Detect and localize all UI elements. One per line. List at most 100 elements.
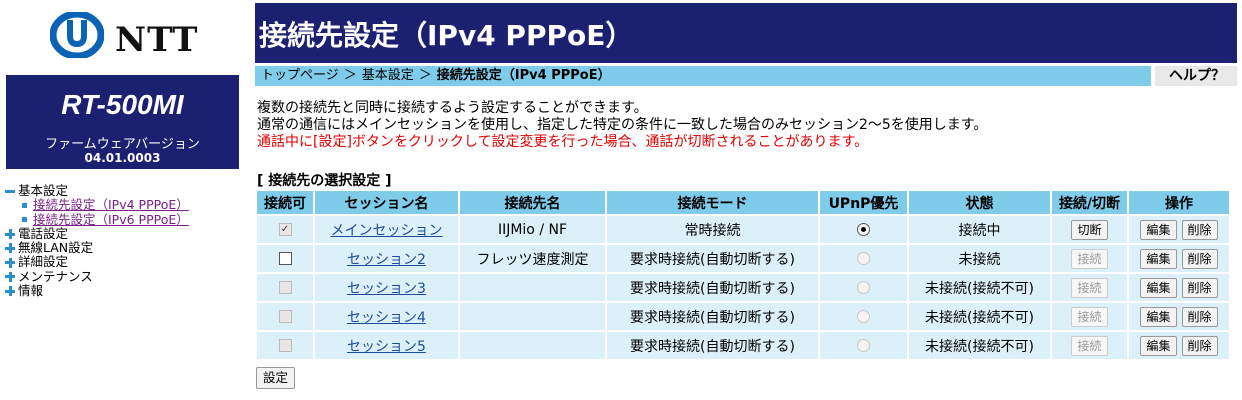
nav-link-ipv4-pppoe[interactable]: 接続先設定（IPv4 PPPoE）	[33, 197, 189, 212]
enable-checkbox	[278, 310, 292, 323]
delete-button[interactable]: 削除	[1181, 219, 1218, 240]
edit-button[interactable]: 編集	[1140, 248, 1177, 269]
edit-button[interactable]: 編集	[1140, 219, 1177, 240]
collapse-minus-icon[interactable]	[5, 189, 15, 193]
status-cell: 未接続(接続不可)	[909, 303, 1050, 330]
upnp-cell	[820, 303, 907, 330]
upnp-cell	[820, 274, 907, 301]
session-name-link[interactable]: セッション2	[347, 252, 426, 268]
nav-basic-settings[interactable]: 基本設定	[5, 183, 189, 198]
connect-cell: 接続	[1052, 274, 1127, 301]
nav-information[interactable]: 情報	[5, 283, 189, 299]
connection-mode-cell: 要求時接続(自動切断する)	[607, 303, 818, 330]
enable-cell	[257, 274, 313, 301]
status-cell: 未接続	[909, 245, 1050, 272]
breadcrumb-separator: ＞	[418, 68, 432, 83]
disconnect-button[interactable]: 切断	[1071, 219, 1108, 240]
session-table: 接続可 セッション名 接続先名 接続モード UPnP優先 状態 接続/切断 操作…	[255, 189, 1231, 361]
delete-button[interactable]: 削除	[1181, 306, 1218, 327]
header-operations: 操作	[1129, 191, 1229, 214]
breadcrumb-basic-settings[interactable]: 基本設定	[362, 68, 414, 83]
delete-button[interactable]: 削除	[1181, 248, 1218, 269]
edit-button[interactable]: 編集	[1140, 277, 1177, 298]
connect-button: 接続	[1071, 335, 1108, 356]
session-name-link[interactable]: メインセッション	[331, 223, 443, 239]
header-session-name: セッション名	[315, 191, 458, 214]
session-name-link[interactable]: セッション3	[347, 281, 426, 297]
nav-detail-settings[interactable]: 詳細設定	[5, 255, 189, 269]
status-cell: 接続中	[909, 216, 1050, 243]
model-info-box: RT-500MI ファームウェアバージョン 04.01.0003	[6, 75, 239, 169]
status-cell: 未接続(接続不可)	[909, 332, 1050, 359]
header-status: 状態	[909, 191, 1050, 214]
session-name-link[interactable]: セッション4	[347, 310, 426, 326]
enable-cell: ✓	[257, 216, 313, 243]
operations-cell: 編集 削除	[1129, 245, 1229, 272]
upnp-cell	[820, 245, 907, 272]
description-line-2: 通常の通信にはメインセッションを使用し、指定した特定の条件に一致した場合のみセッ…	[257, 117, 988, 133]
help-link[interactable]: ヘルプ？	[1153, 66, 1237, 86]
session-name-cell: セッション5	[315, 332, 458, 359]
nav-label: 基本設定	[18, 183, 69, 198]
session-table-body: ✓ メインセッション IIJMio / NF 常時接続 接続中 切断 編集 削除 セッション2 フ…	[257, 216, 1229, 359]
expand-plus-icon[interactable]	[5, 229, 15, 240]
nav-link-ipv6-pppoe[interactable]: 接続先設定（IPv6 PPPoE）	[33, 212, 189, 227]
nav-item-ipv6-pppoe[interactable]: 接続先設定（IPv6 PPPoE）	[5, 212, 189, 227]
nav-label: 電話設定	[18, 225, 69, 241]
connect-cell: 接続	[1052, 303, 1127, 330]
connection-mode-cell: 要求時接続(自動切断する)	[607, 332, 818, 359]
page-header: 接続先設定（IPv4 PPPoE）	[255, 3, 1237, 63]
breadcrumb-top-page[interactable]: トップページ	[261, 68, 339, 83]
bullet-icon	[22, 202, 27, 208]
enable-checkbox[interactable]	[278, 252, 292, 265]
side-navigation: 基本設定 接続先設定（IPv4 PPPoE） 接続先設定（IPv6 PPPoE）…	[5, 183, 189, 299]
save-settings-button[interactable]: 設定	[256, 367, 296, 389]
enable-cell	[257, 303, 313, 330]
page-title: 接続先設定（IPv4 PPPoE）	[259, 19, 634, 52]
header-destination-name: 接続先名	[460, 191, 605, 214]
status-cell: 未接続(接続不可)	[909, 274, 1050, 301]
connect-cell: 切断	[1052, 216, 1127, 243]
connection-mode-cell: 要求時接続(自動切断する)	[607, 274, 818, 301]
session-name-cell: メインセッション	[315, 216, 458, 243]
enable-checkbox	[278, 281, 292, 294]
expand-plus-icon[interactable]	[5, 286, 15, 297]
destination-name-cell: IIJMio / NF	[460, 216, 605, 243]
ntt-logo-icon	[50, 12, 104, 58]
nav-item-ipv4-pppoe[interactable]: 接続先設定（IPv4 PPPoE）	[5, 197, 189, 212]
connection-mode-cell: 要求時接続(自動切断する)	[607, 245, 818, 272]
enable-cell	[257, 245, 313, 272]
operations-cell: 編集 削除	[1129, 303, 1229, 330]
session-name-cell: セッション2	[315, 245, 458, 272]
destination-name-cell	[460, 274, 605, 301]
breadcrumb-separator: ＞	[343, 68, 357, 83]
expand-plus-icon[interactable]	[5, 257, 15, 268]
model-name: RT-500MI	[61, 89, 184, 120]
nav-maintenance[interactable]: メンテナンス	[5, 269, 189, 284]
destination-name-cell	[460, 332, 605, 359]
expand-plus-icon[interactable]	[5, 271, 15, 282]
breadcrumb: トップページ ＞ 基本設定 ＞ 接続先設定（IPv4 PPPoE）	[255, 66, 1151, 86]
table-header-row: 接続可 セッション名 接続先名 接続モード UPnP優先 状態 接続/切断 操作	[257, 191, 1229, 214]
description-line-1: 複数の接続先と同時に接続するよう設定することができます。	[257, 100, 648, 116]
nav-label: 無線LAN設定	[18, 240, 94, 256]
delete-button[interactable]: 削除	[1181, 335, 1218, 356]
nav-phone-settings[interactable]: 電話設定	[5, 225, 189, 241]
nav-wlan-settings[interactable]: 無線LAN設定	[5, 240, 189, 256]
firmware-label: ファームウェアバージョン	[45, 137, 200, 152]
upnp-priority-radio	[857, 252, 870, 265]
table-row: セッション4 要求時接続(自動切断する) 未接続(接続不可) 接続 編集 削除	[257, 303, 1229, 330]
logo-area: NTT	[0, 0, 240, 72]
expand-plus-icon[interactable]	[5, 243, 15, 254]
enable-checkbox: ✓	[278, 223, 292, 236]
edit-button[interactable]: 編集	[1140, 335, 1177, 356]
nav-label: 情報	[18, 283, 44, 299]
upnp-priority-radio	[857, 281, 870, 294]
connect-cell: 接続	[1052, 332, 1127, 359]
edit-button[interactable]: 編集	[1140, 306, 1177, 327]
session-name-link[interactable]: セッション5	[347, 339, 426, 355]
breadcrumb-current: 接続先設定（IPv4 PPPoE）	[436, 68, 611, 83]
firmware-version: 04.01.0003	[84, 151, 161, 165]
delete-button[interactable]: 削除	[1181, 277, 1218, 298]
upnp-priority-radio[interactable]	[857, 223, 870, 236]
